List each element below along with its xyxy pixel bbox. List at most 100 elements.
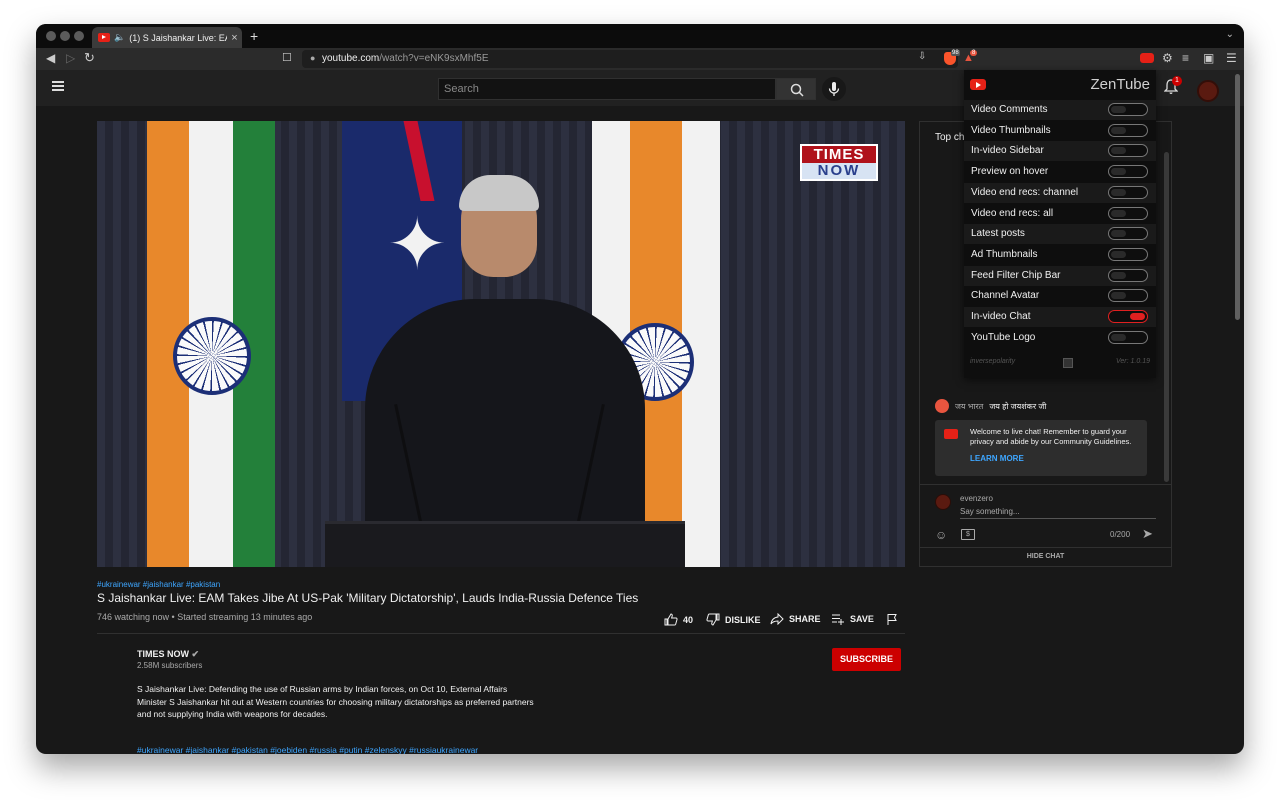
toggle-knob [1111, 333, 1126, 341]
back-button-icon[interactable]: ◀ [46, 51, 55, 65]
zentube-option-toggle[interactable] [1108, 289, 1148, 303]
browser-window: 🔈 (1) S Jaishankar Live: EAM Takes Jibe … [36, 24, 1244, 754]
browser-tab[interactable]: 🔈 (1) S Jaishankar Live: EAM Takes Jibe … [92, 27, 242, 48]
guide-menu-icon[interactable] [52, 81, 64, 91]
zentube-option-toggle[interactable] [1108, 206, 1148, 220]
zentube-option-toggle[interactable] [1108, 330, 1148, 344]
zentube-option-toggle[interactable] [1108, 227, 1148, 241]
super-chat-icon[interactable]: $ [961, 529, 975, 540]
toggle-knob [1111, 106, 1126, 113]
zentube-option-toggle[interactable] [1108, 144, 1148, 158]
like-button[interactable]: 40 [664, 613, 693, 626]
share-button[interactable]: SHARE [770, 613, 821, 625]
toggle-knob [1130, 313, 1145, 320]
chat-user-name: evenzero [960, 494, 993, 503]
flag-star-icon: ✦ [387, 205, 448, 285]
close-tab-icon[interactable]: × [231, 32, 237, 44]
zentube-option-row: Video Comments [964, 100, 1156, 120]
zentube-option-row: Video end recs: channel [964, 182, 1156, 203]
zentube-option-label: In-video Chat [971, 311, 1031, 322]
subscribe-button[interactable]: SUBSCRIBE [832, 648, 901, 671]
zentube-option-toggle[interactable] [1108, 165, 1148, 179]
search-button[interactable] [776, 78, 816, 100]
voice-search-button[interactable] [822, 77, 846, 101]
verified-check-icon: ✔ [191, 649, 200, 659]
address-bar[interactable]: ● youtube.com/watch?v=eNK9sxMhf5E [302, 50, 958, 68]
zentube-option-label: Feed Filter Chip Bar [971, 269, 1061, 281]
toggle-knob [1111, 126, 1126, 134]
zentube-option-row: Video Thumbnails [964, 121, 1156, 141]
learn-more-link[interactable]: LEARN MORE [970, 454, 1024, 463]
zentube-option-toggle[interactable] [1108, 123, 1148, 137]
chat-user-avatar [935, 494, 951, 510]
toggle-knob [1111, 188, 1126, 196]
podium [325, 521, 685, 567]
dislike-button[interactable]: DISLIKE [706, 613, 761, 626]
forward-button-icon[interactable]: ▷ [66, 51, 75, 65]
zentube-author[interactable]: inversepolarity [970, 358, 1015, 365]
emoji-picker-icon[interactable]: ☺ [935, 528, 947, 542]
zentube-option-row: Video end recs: all [964, 204, 1156, 224]
zentube-option-row: Preview on hover [964, 162, 1156, 182]
zentube-option-row: Channel Avatar [964, 286, 1156, 306]
maximize-window-button[interactable] [74, 31, 84, 41]
zentube-option-toggle[interactable] [1108, 247, 1148, 261]
search-input[interactable]: Search [438, 78, 776, 100]
dark-mode-checkbox[interactable] [1063, 358, 1073, 368]
video-hashtags-top[interactable]: #ukrainewar #jaishankar #pakistan [97, 580, 220, 589]
dislike-label: DISLIKE [725, 614, 761, 625]
playlist-icon[interactable]: ≡ [1182, 51, 1189, 65]
zentube-extension-icon[interactable] [1140, 53, 1154, 63]
zentube-option-toggle[interactable] [1108, 185, 1148, 199]
video-player[interactable]: ✦ TIMES NOW [97, 121, 905, 567]
speaker-icon[interactable]: 🔈 [114, 32, 125, 43]
chat-input-area: evenzero Say something... ☺ $ 0/200 ➤ [920, 484, 1171, 549]
video-title: S Jaishankar Live: EAM Takes Jibe At US-… [97, 591, 639, 605]
hide-chat-button[interactable]: HIDE CHAT [920, 547, 1171, 566]
zentube-title: ZenTube [1090, 76, 1150, 93]
wallet-icon[interactable]: ▣ [1203, 51, 1214, 65]
youtube-favicon-icon [98, 33, 110, 42]
save-button[interactable]: SAVE [831, 613, 874, 625]
zentube-option-label: Video Comments [971, 104, 1048, 115]
zentube-option-label: Video end recs: channel [971, 186, 1079, 198]
zentube-option-toggle[interactable] [1108, 268, 1148, 282]
minimize-window-button[interactable] [60, 31, 70, 41]
zentube-option-row: Latest posts [964, 224, 1156, 245]
new-tab-button[interactable]: + [250, 28, 258, 44]
india-flag-left [147, 121, 275, 567]
tab-search-chevron-icon[interactable]: ⌄ [1226, 29, 1234, 40]
bookmark-icon[interactable]: ☐ [282, 51, 292, 64]
browser-menu-icon[interactable]: ☰ [1226, 51, 1237, 65]
channel-name[interactable]: TIMES NOW ✔ [137, 649, 199, 660]
welcome-text: Welcome to live chat! Remember to guard … [970, 427, 1132, 446]
zentube-option-toggle[interactable] [1108, 310, 1148, 323]
account-avatar[interactable] [1197, 80, 1219, 102]
zentube-popup: ZenTube Video Comments Video Thumbnails In… [964, 70, 1156, 378]
lock-icon: ● [310, 53, 316, 63]
reload-icon[interactable]: ↻ [84, 50, 95, 66]
brave-badge: 98 [951, 50, 960, 56]
chat-message-input[interactable]: Say something... [960, 507, 1156, 519]
chat-welcome-banner: Welcome to live chat! Remember to guard … [935, 420, 1147, 476]
share-page-icon[interactable]: ⇩ [918, 51, 926, 62]
description-hashtags[interactable]: #ukrainewar #jaishankar #pakistan #joebi… [137, 745, 478, 754]
url-text: youtube.com/watch?v=eNK9sxMhf5E [322, 53, 488, 64]
extensions-puzzle-icon[interactable]: ⚙ [1162, 51, 1173, 65]
share-arrow-icon [770, 613, 784, 625]
like-count: 40 [683, 614, 694, 625]
zentube-option-toggle[interactable] [1108, 103, 1148, 116]
page-scrollbar[interactable] [1235, 74, 1240, 320]
zentube-version: Ver: 1.0.19 [1116, 358, 1150, 365]
save-label: SAVE [850, 614, 874, 624]
zentube-option-row: YouTube Logo [964, 328, 1156, 348]
toggle-knob [1111, 168, 1126, 176]
report-button[interactable] [886, 613, 898, 626]
send-icon[interactable]: ➤ [1142, 526, 1153, 542]
chat-mode-selector[interactable]: Top ch [935, 132, 964, 143]
chat-scrollbar[interactable] [1164, 152, 1169, 482]
close-window-button[interactable] [46, 31, 56, 41]
toggle-knob [1111, 250, 1126, 258]
char-counter: 0/200 [1110, 530, 1131, 539]
youtube-logo-icon [944, 429, 958, 439]
